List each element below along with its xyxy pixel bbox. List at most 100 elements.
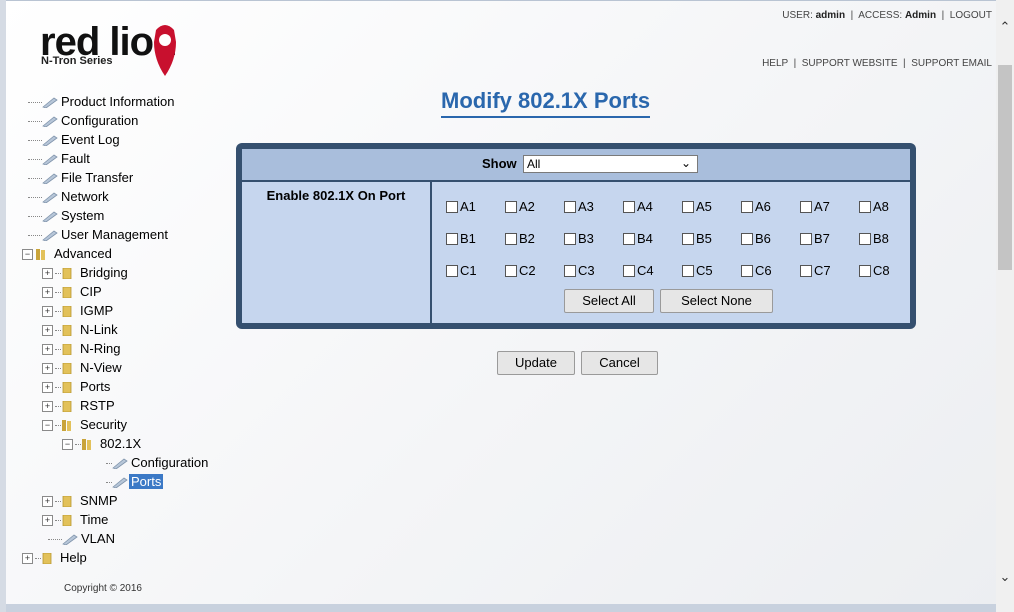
port-checkbox-b3[interactable]: B3 <box>564 229 594 249</box>
checkbox-icon[interactable] <box>446 232 458 245</box>
checkbox-icon[interactable] <box>505 264 517 277</box>
checkbox-icon[interactable] <box>741 264 753 277</box>
nav-system[interactable]: System <box>28 206 238 225</box>
checkbox-icon[interactable] <box>800 232 812 245</box>
scroll-thumb[interactable] <box>998 65 1012 270</box>
checkbox-icon[interactable] <box>623 264 635 277</box>
checkbox-icon[interactable] <box>741 200 753 213</box>
expand-icon[interactable]: + <box>22 553 33 565</box>
checkbox-icon[interactable] <box>505 232 517 245</box>
nav-802-1x-ports[interactable]: Ports <box>28 472 238 491</box>
nav-event-log[interactable]: Event Log <box>28 130 238 149</box>
checkbox-icon[interactable] <box>446 200 458 213</box>
port-checkbox-b5[interactable]: B5 <box>682 229 712 249</box>
port-checkbox-a4[interactable]: A4 <box>623 197 653 217</box>
port-checkbox-a2[interactable]: A2 <box>505 197 535 217</box>
nav-ports[interactable]: + Ports <box>28 377 238 396</box>
nav-802-1x[interactable]: −802.1X <box>28 434 238 453</box>
port-checkbox-b4[interactable]: B4 <box>623 229 653 249</box>
expand-icon[interactable]: + <box>42 363 53 375</box>
port-checkbox-a7[interactable]: A7 <box>800 197 830 217</box>
port-checkbox-c5[interactable]: C5 <box>682 261 713 281</box>
nav-bridging[interactable]: + Bridging <box>28 263 238 282</box>
support-website-link[interactable]: SUPPORT WEBSITE <box>802 58 898 69</box>
collapse-icon[interactable]: − <box>22 249 33 261</box>
port-checkbox-b8[interactable]: B8 <box>859 229 889 249</box>
expand-icon[interactable]: + <box>42 325 53 337</box>
port-checkbox-c2[interactable]: C2 <box>505 261 536 281</box>
select-none-button[interactable]: Select None <box>660 289 773 313</box>
port-checkbox-b2[interactable]: B2 <box>505 229 535 249</box>
checkbox-icon[interactable] <box>800 200 812 213</box>
port-checkbox-a8[interactable]: A8 <box>859 197 889 217</box>
checkbox-icon[interactable] <box>446 264 458 277</box>
checkbox-icon[interactable] <box>859 232 871 245</box>
expand-icon[interactable]: + <box>42 515 53 527</box>
port-checkbox-c8[interactable]: C8 <box>859 261 890 281</box>
port-checkbox-c4[interactable]: C4 <box>623 261 654 281</box>
expand-icon[interactable]: + <box>42 496 53 508</box>
port-checkbox-b7[interactable]: B7 <box>800 229 830 249</box>
nav-product-information[interactable]: Product Information <box>28 92 238 111</box>
nav-file-transfer[interactable]: File Transfer <box>28 168 238 187</box>
nav-vlan[interactable]: VLAN <box>28 529 238 548</box>
scroll-down-icon[interactable]: ⌄ <box>996 568 1014 586</box>
port-checkbox-c3[interactable]: C3 <box>564 261 595 281</box>
nav-n-ring[interactable]: + N-Ring <box>28 339 238 358</box>
help-link[interactable]: HELP <box>762 58 788 69</box>
support-email-link[interactable]: SUPPORT EMAIL <box>911 58 992 69</box>
checkbox-icon[interactable] <box>859 264 871 277</box>
nav-configuration[interactable]: Configuration <box>28 111 238 130</box>
expand-icon[interactable]: + <box>42 287 53 299</box>
nav-n-view[interactable]: + N-View <box>28 358 238 377</box>
checkbox-icon[interactable] <box>741 232 753 245</box>
expand-icon[interactable]: + <box>42 268 53 280</box>
nav-fault[interactable]: Fault <box>28 149 238 168</box>
checkbox-icon[interactable] <box>564 200 576 213</box>
scroll-up-icon[interactable]: ⌃ <box>996 18 1014 36</box>
expand-icon[interactable]: + <box>42 306 53 318</box>
show-select[interactable]: All ⌄ <box>523 155 698 173</box>
port-checkbox-b1[interactable]: B1 <box>446 229 476 249</box>
expand-icon[interactable]: + <box>42 401 53 413</box>
checkbox-icon[interactable] <box>682 200 694 213</box>
nav-advanced[interactable]: − Advanced <box>22 244 238 263</box>
nav-network[interactable]: Network <box>28 187 238 206</box>
checkbox-icon[interactable] <box>505 200 517 213</box>
port-checkbox-c7[interactable]: C7 <box>800 261 831 281</box>
nav-igmp[interactable]: + IGMP <box>28 301 238 320</box>
logout-link[interactable]: LOGOUT <box>950 10 992 21</box>
port-checkbox-a6[interactable]: A6 <box>741 197 771 217</box>
port-checkbox-a1[interactable]: A1 <box>446 197 476 217</box>
checkbox-icon[interactable] <box>800 264 812 277</box>
checkbox-icon[interactable] <box>682 232 694 245</box>
nav-user-management[interactable]: User Management <box>28 225 238 244</box>
update-button[interactable]: Update <box>497 351 575 375</box>
checkbox-icon[interactable] <box>859 200 871 213</box>
port-checkbox-c1[interactable]: C1 <box>446 261 477 281</box>
nav-802-1x-configuration[interactable]: Configuration <box>28 453 238 472</box>
select-all-button[interactable]: Select All <box>564 289 654 313</box>
nav-rstp[interactable]: + RSTP <box>28 396 238 415</box>
nav-snmp[interactable]: + SNMP <box>28 491 238 510</box>
collapse-icon[interactable]: − <box>42 420 53 432</box>
nav-help[interactable]: + Help <box>22 548 238 567</box>
nav-time[interactable]: + Time <box>28 510 238 529</box>
checkbox-icon[interactable] <box>623 200 635 213</box>
port-checkbox-a3[interactable]: A3 <box>564 197 594 217</box>
cancel-button[interactable]: Cancel <box>581 351 658 375</box>
nav-cip[interactable]: + CIP <box>28 282 238 301</box>
collapse-icon[interactable]: − <box>62 439 73 451</box>
nav-n-link[interactable]: + N-Link <box>28 320 238 339</box>
checkbox-icon[interactable] <box>564 264 576 277</box>
port-checkbox-a5[interactable]: A5 <box>682 197 712 217</box>
checkbox-icon[interactable] <box>682 264 694 277</box>
checkbox-icon[interactable] <box>623 232 635 245</box>
page-scrollbar[interactable]: ⌃ ⌄ <box>996 0 1014 612</box>
expand-icon[interactable]: + <box>42 344 53 356</box>
checkbox-icon[interactable] <box>564 232 576 245</box>
port-checkbox-c6[interactable]: C6 <box>741 261 772 281</box>
expand-icon[interactable]: + <box>42 382 53 394</box>
nav-security[interactable]: − Security <box>28 415 238 434</box>
port-checkbox-b6[interactable]: B6 <box>741 229 771 249</box>
